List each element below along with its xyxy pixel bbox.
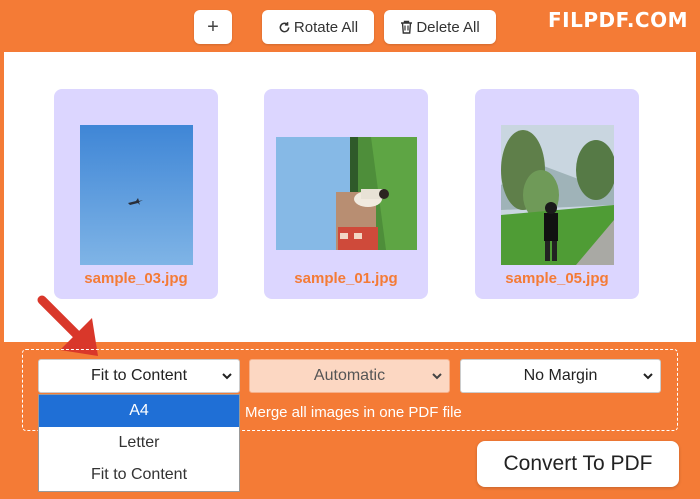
file-name: sample_03.jpg — [84, 270, 188, 287]
image-thumbnail — [276, 137, 417, 250]
dropdown-option-fit-to-content[interactable]: Fit to Content — [39, 459, 239, 491]
image-thumbnail — [80, 125, 193, 265]
rotate-icon — [278, 21, 291, 34]
add-files-button[interactable]: + — [194, 10, 232, 44]
orientation-value: Automatic — [313, 367, 386, 384]
page-size-value: Fit to Content — [90, 367, 188, 384]
image-card[interactable]: sample_03.jpg — [54, 89, 218, 299]
orientation-select[interactable]: Automatic — [249, 359, 450, 393]
add-files-label: + — [207, 15, 219, 38]
image-card[interactable]: sample_05.jpg — [475, 89, 639, 299]
image-thumbnail — [501, 125, 614, 265]
page-size-select[interactable]: Fit to Content — [38, 359, 240, 393]
trash-icon — [400, 20, 413, 34]
chevron-down-icon — [642, 369, 654, 388]
image-card[interactable]: sample_01.jpg — [264, 89, 428, 299]
dropdown-option-a4[interactable]: A4 — [39, 395, 239, 427]
margin-select[interactable]: No Margin — [460, 359, 661, 393]
delete-all-button[interactable]: Delete All — [384, 10, 496, 44]
site-logo[interactable]: FILPDF.COM — [548, 8, 688, 32]
chevron-down-icon — [221, 369, 233, 388]
convert-to-pdf-button[interactable]: Convert To PDF — [477, 441, 679, 487]
file-name: sample_05.jpg — [505, 270, 609, 287]
merge-option-label[interactable]: Merge all images in one PDF file — [245, 404, 462, 421]
chevron-down-icon — [431, 369, 443, 388]
rotate-all-button[interactable]: Rotate All — [262, 10, 374, 44]
convert-label: Convert To PDF — [503, 452, 653, 475]
file-name: sample_01.jpg — [294, 270, 398, 287]
rotate-all-label: Rotate All — [293, 18, 359, 36]
image-canvas: sample_03.jpg sample_01.jpg sample_05.jp… — [4, 52, 696, 342]
page-size-dropdown: A4 Letter Fit to Content — [38, 394, 240, 492]
margin-value: No Margin — [523, 367, 598, 384]
dropdown-option-letter[interactable]: Letter — [39, 427, 239, 459]
delete-all-label: Delete All — [416, 18, 480, 36]
